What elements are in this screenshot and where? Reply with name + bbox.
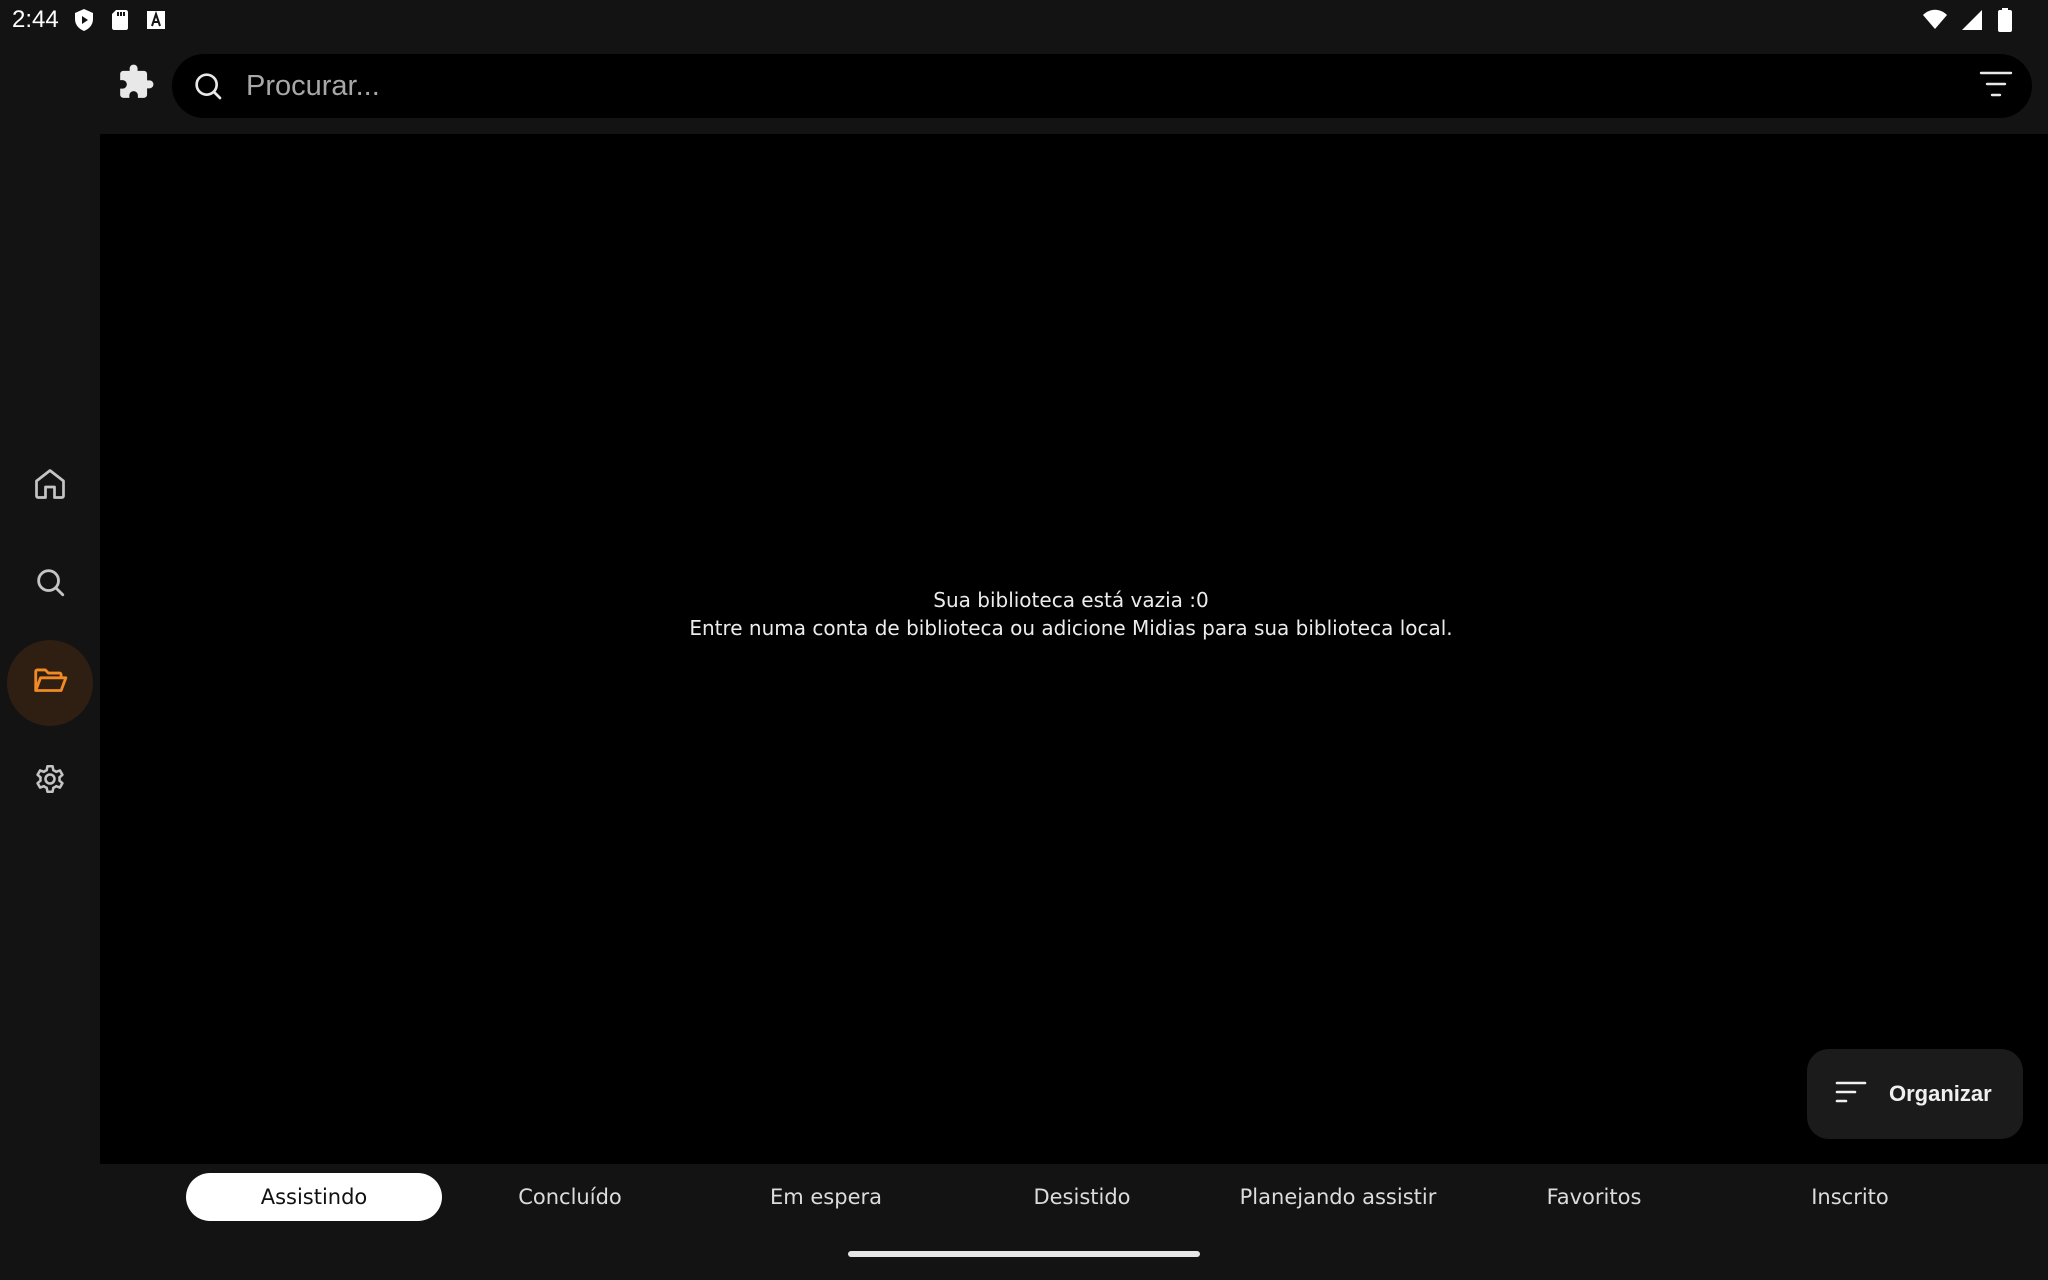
rail-item-library[interactable] [7,640,93,726]
filter-button[interactable] [1978,68,2014,104]
tab-concluido[interactable]: Concluído [442,1173,698,1221]
home-icon [32,466,68,507]
wifi-icon [1922,8,1948,32]
empty-library-title: Sua biblioteca está vazia :0 [933,588,1209,612]
search-icon [33,565,67,604]
tab-inscrito[interactable]: Inscrito [1722,1173,1978,1221]
search-icon [192,70,224,102]
sd-card-icon [108,8,132,32]
sort-fab[interactable]: Organizar [1807,1049,2023,1139]
empty-library-message: Sua biblioteca está vazia :0 Entre numa … [100,586,2042,642]
sort-icon [1807,1080,1867,1109]
sort-fab-label: Organizar [1889,1081,1992,1106]
a-square-icon [144,8,168,32]
status-bar: 2:44 [0,0,2048,40]
gear-icon [32,761,68,802]
gesture-handle[interactable] [848,1251,1200,1257]
rail-item-home[interactable] [7,443,93,529]
tab-planejando-assistir[interactable]: Planejando assistir [1210,1173,1466,1221]
play-shield-icon [72,8,96,32]
tab-assistindo[interactable]: Assistindo [186,1173,442,1221]
tab-desistido[interactable]: Desistido [954,1173,1210,1221]
extensions-button[interactable] [114,62,158,106]
rail-item-search[interactable] [7,541,93,627]
tab-favoritos[interactable]: Favoritos [1466,1173,1722,1221]
tab-em-espera[interactable]: Em espera [698,1173,954,1221]
folder-open-icon [31,662,69,705]
puzzle-piece-icon [117,63,155,106]
battery-icon [1998,8,2012,32]
top-bar [100,52,2048,122]
rail-item-settings[interactable] [7,738,93,824]
library-content: Sua biblioteca está vazia :0 Entre numa … [100,134,2048,1164]
search-input[interactable] [246,64,1926,108]
nav-rail [0,40,100,1280]
signal-icon [1962,8,1984,32]
search-bar[interactable] [172,54,2032,118]
empty-library-subtitle: Entre numa conta de biblioteca ou adicio… [689,616,1453,640]
status-time: 2:44 [12,6,59,33]
category-tabs: Assistindo Concluído Em espera Desistido… [100,1164,2048,1228]
filter-icon [1979,69,2013,104]
